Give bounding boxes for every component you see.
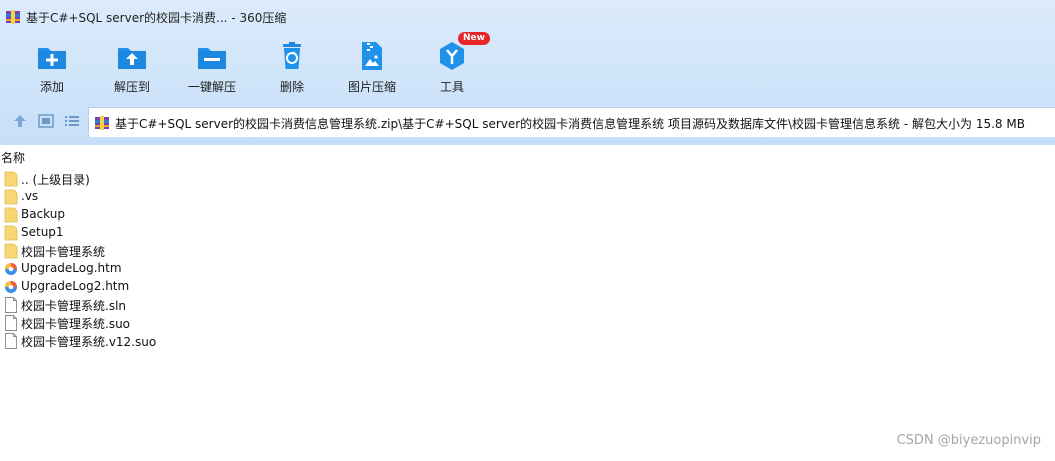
folder-icon [4, 207, 18, 223]
navigation-row: 基于C#+SQL server的校园卡消费信息管理系统.zip\基于C#+SQL… [0, 104, 1055, 138]
list-item[interactable]: .. (上级目录) [0, 170, 600, 188]
list-item[interactable]: UpgradeLog2.htm [0, 278, 600, 296]
address-path: 基于C#+SQL server的校园卡消费信息管理系统.zip\基于C#+SQL… [115, 117, 1025, 131]
file-name: UpgradeLog.htm [21, 261, 122, 275]
tools-label: 工具 [439, 80, 464, 94]
thumbnail-view-icon[interactable] [38, 114, 54, 128]
list-item[interactable]: 校园卡管理系统.sln [0, 296, 600, 314]
htm-file-icon [5, 281, 17, 293]
image-compress-icon [362, 42, 382, 70]
list-item[interactable]: .vs [0, 188, 600, 206]
file-name: 校园卡管理系统.sln [21, 299, 127, 313]
add-folder-icon [38, 48, 66, 69]
archive-app-icon [6, 10, 20, 24]
file-name: Backup [21, 207, 65, 221]
file-name: .. (上级目录) [21, 173, 90, 187]
main-toolbar: 添加 解压到 一键解压 删除 图片压缩 New 工具 [0, 32, 520, 98]
list-item[interactable]: UpgradeLog.htm [0, 260, 600, 278]
generic-file-icon [5, 297, 17, 313]
archive-file-icon [95, 116, 109, 130]
list-view-icon[interactable] [64, 114, 80, 128]
one-click-extract-icon [198, 48, 226, 69]
file-name: 校园卡管理系统.v12.suo [21, 335, 157, 349]
extract-to-label: 解压到 [113, 80, 150, 94]
extract-to-button[interactable]: 解压到 [92, 38, 172, 98]
delete-icon [283, 42, 301, 69]
list-item[interactable]: 校园卡管理系统.suo [0, 314, 600, 332]
folder-icon [4, 243, 18, 259]
file-name: 校园卡管理系统 [21, 245, 106, 259]
add-label: 添加 [39, 80, 64, 94]
list-item[interactable]: 校园卡管理系统 [0, 242, 600, 260]
address-bar[interactable]: 基于C#+SQL server的校园卡消费信息管理系统.zip\基于C#+SQL… [88, 107, 1055, 137]
htm-file-icon [5, 263, 17, 275]
tools-button[interactable]: New 工具 [412, 32, 492, 98]
one-click-extract-label: 一键解压 [187, 80, 236, 94]
extract-to-icon [118, 48, 146, 69]
file-name: Setup1 [21, 225, 64, 239]
delete-button[interactable]: 删除 [252, 38, 332, 98]
file-name: .vs [21, 189, 39, 203]
file-name: UpgradeLog2.htm [21, 279, 130, 293]
generic-file-icon [5, 333, 17, 349]
folder-icon [4, 171, 18, 187]
top-chrome: 基于C#+SQL server的校园卡消费... - 360压缩 添加 解压到 [0, 0, 1055, 145]
csdn-watermark: CSDN @biyezuopinvip [896, 433, 1041, 448]
list-item[interactable]: Backup [0, 206, 600, 224]
image-compress-label: 图片压缩 [347, 80, 396, 94]
file-name: 校园卡管理系统.suo [21, 317, 131, 331]
delete-label: 删除 [279, 80, 304, 94]
list-item[interactable]: Setup1 [0, 224, 600, 242]
list-item[interactable]: 校园卡管理系统.v12.suo [0, 332, 600, 350]
column-name-label: 名称 [1, 151, 26, 165]
one-click-extract-button[interactable]: 一键解压 [172, 38, 252, 98]
column-header[interactable]: 名称 [0, 148, 1055, 166]
folder-icon [4, 225, 18, 241]
add-button[interactable]: 添加 [12, 38, 92, 98]
image-compress-button[interactable]: 图片压缩 [332, 38, 412, 98]
new-badge: New [458, 32, 490, 45]
title-bar: 基于C#+SQL server的校园卡消费... - 360压缩 [0, 0, 1055, 34]
generic-file-icon [5, 315, 17, 331]
folder-icon [4, 189, 18, 205]
up-arrow-icon[interactable] [12, 114, 28, 128]
window-title: 基于C#+SQL server的校园卡消费... - 360压缩 [26, 11, 287, 25]
